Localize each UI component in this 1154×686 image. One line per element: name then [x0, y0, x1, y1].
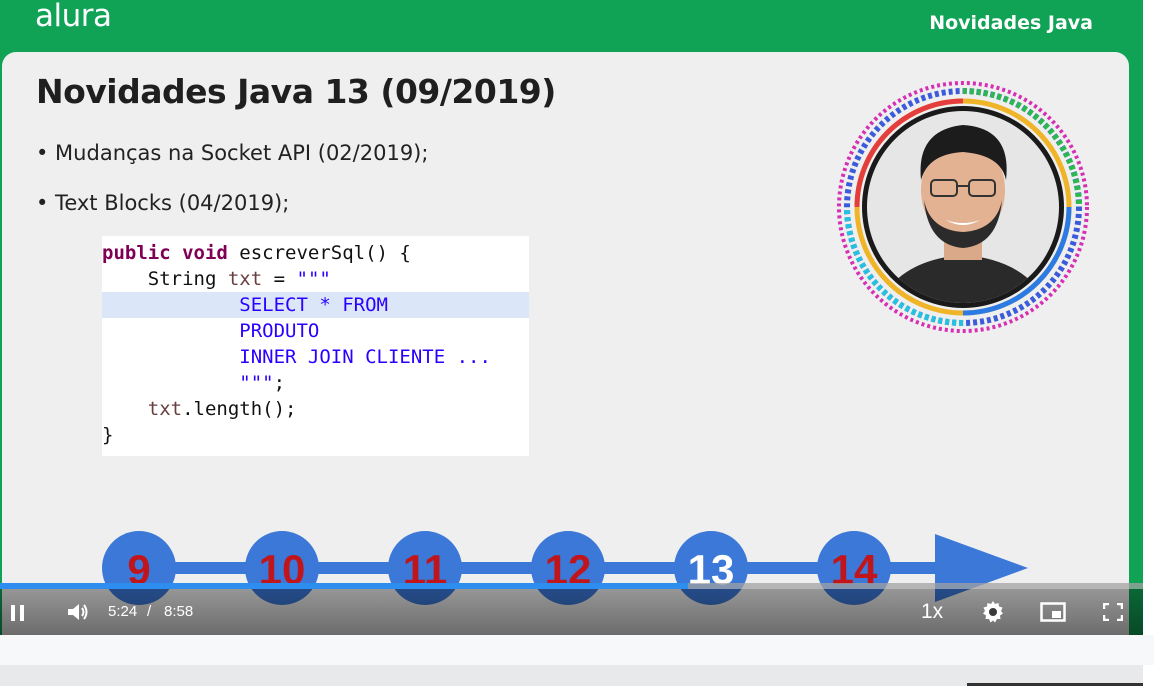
code-line: INNER JOIN CLIENTE ... [102, 344, 529, 370]
time-separator: / [147, 603, 152, 620]
volume-icon[interactable] [66, 601, 90, 623]
code-string: SELECT * FROM [102, 294, 388, 316]
alura-logo: alura [35, 0, 112, 34]
code-text: = [262, 268, 297, 290]
code-text: ; [273, 372, 286, 394]
code-line: PRODUTO [102, 318, 529, 344]
code-line: public void escreverSql() { [102, 240, 529, 266]
total-time: 8:58 [164, 603, 194, 620]
code-string: """ [296, 268, 331, 290]
video-player[interactable]: alura Novidades Java Novidades Java 13 (… [0, 0, 1143, 635]
code-snippet: public void escreverSql() { String txt =… [102, 236, 529, 456]
code-line: } [102, 422, 529, 448]
code-text: .length(); [182, 398, 297, 420]
playback-speed-button[interactable]: 1x [921, 600, 943, 624]
code-variable: txt [227, 268, 263, 290]
instructor-avatar [837, 81, 1089, 333]
code-text: } [102, 424, 114, 446]
progress-bar[interactable] [0, 583, 1143, 589]
bullet-socket-api: • Mudanças na Socket API (02/2019); [36, 141, 429, 165]
code-line: SELECT * FROM [102, 292, 529, 318]
settings-icon[interactable] [981, 600, 1005, 624]
code-text: String [102, 268, 228, 290]
pip-icon[interactable] [1040, 602, 1066, 622]
code-string: """ [102, 372, 274, 394]
code-keyword: public void [102, 242, 228, 264]
code-text: escreverSql() { [227, 242, 411, 264]
code-variable: txt [102, 398, 183, 420]
current-time: 5:24 [108, 603, 138, 620]
page-edge [1143, 0, 1154, 635]
fullscreen-icon[interactable] [1103, 603, 1123, 621]
course-label: Novidades Java [929, 12, 1093, 34]
below-player-strip [0, 635, 1154, 665]
code-line: String txt = """ [102, 266, 529, 292]
progress-fill [0, 583, 689, 589]
pause-icon[interactable] [10, 604, 26, 622]
slide-title: Novidades Java 13 (09/2019) [36, 72, 556, 111]
code-string: INNER JOIN CLIENTE ... [102, 346, 491, 368]
code-string: PRODUTO [102, 320, 320, 342]
code-line: """; [102, 370, 529, 396]
bullet-text-blocks: • Text Blocks (04/2019); [36, 191, 290, 215]
code-line: txt.length(); [102, 396, 529, 422]
